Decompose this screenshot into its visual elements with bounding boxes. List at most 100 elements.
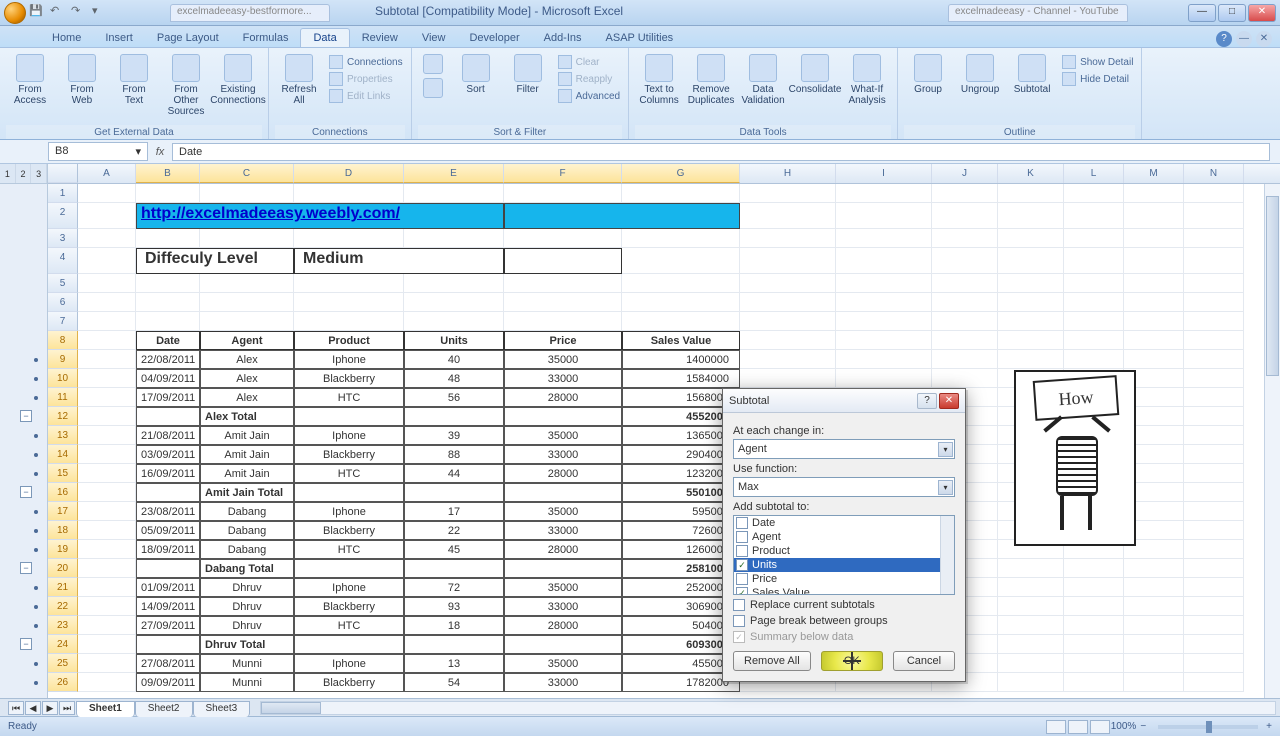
cell[interactable] — [78, 203, 136, 229]
cell-agent[interactable]: Amit Jain — [200, 464, 294, 483]
minimize-button[interactable]: — — [1188, 4, 1216, 22]
cell[interactable] — [136, 407, 200, 426]
row-header[interactable]: 1 — [48, 184, 78, 203]
listbox-item[interactable]: Product — [734, 544, 954, 558]
cell[interactable] — [1064, 274, 1124, 293]
cell[interactable] — [1124, 293, 1184, 312]
cell[interactable] — [1184, 248, 1244, 274]
listbox-item[interactable]: Price — [734, 572, 954, 586]
cell[interactable] — [1184, 578, 1244, 597]
cell-price[interactable]: 33000 — [504, 445, 622, 464]
cell[interactable] — [1184, 407, 1244, 426]
cell[interactable] — [836, 229, 932, 248]
text-to-columns-button[interactable]: Text to Columns — [635, 52, 683, 108]
cell[interactable] — [740, 312, 836, 331]
chevron-down-icon[interactable]: ▾ — [938, 480, 953, 495]
cell[interactable] — [1184, 445, 1244, 464]
cell[interactable] — [1124, 274, 1184, 293]
dialog-close-button[interactable]: ✕ — [939, 393, 959, 409]
cell[interactable] — [1184, 274, 1244, 293]
cell[interactable] — [998, 184, 1064, 203]
cell[interactable] — [998, 578, 1064, 597]
cell[interactable] — [404, 559, 504, 578]
table-header[interactable]: Date — [136, 331, 200, 350]
hide-detail-item[interactable]: Hide Detail — [1060, 71, 1135, 87]
cell[interactable] — [998, 331, 1064, 350]
cell[interactable] — [836, 184, 932, 203]
cell-agent[interactable]: Dhruv — [200, 597, 294, 616]
filter-button[interactable]: Filter — [504, 52, 552, 97]
cell-date[interactable]: 18/09/2011 — [136, 540, 200, 559]
cell[interactable] — [932, 331, 998, 350]
cell-product[interactable]: Iphone — [294, 426, 404, 445]
cell-date[interactable]: 21/08/2011 — [136, 426, 200, 445]
cell-units[interactable]: 18 — [404, 616, 504, 635]
cell-units[interactable]: 40 — [404, 350, 504, 369]
cell[interactable] — [136, 274, 200, 293]
cell[interactable] — [740, 229, 836, 248]
table-header[interactable]: Units — [404, 331, 504, 350]
row-header[interactable]: 15 — [48, 464, 78, 483]
sheet-tab-3[interactable]: Sheet3 — [193, 701, 251, 717]
cell-product[interactable]: HTC — [294, 464, 404, 483]
cell[interactable] — [136, 559, 200, 578]
cell[interactable] — [932, 369, 998, 388]
row-header[interactable]: 6 — [48, 293, 78, 312]
listbox-scrollbar[interactable] — [940, 516, 954, 594]
row-header[interactable]: 11 — [48, 388, 78, 407]
table-row[interactable]: 2327/09/2011DhruvHTC1828000504000 — [48, 616, 1280, 635]
cell-units[interactable]: 39 — [404, 426, 504, 445]
cell[interactable] — [1124, 331, 1184, 350]
cell[interactable] — [504, 483, 622, 502]
cell[interactable] — [504, 229, 622, 248]
cell[interactable] — [622, 274, 740, 293]
cell[interactable] — [200, 229, 294, 248]
cell[interactable] — [78, 635, 136, 654]
row-header[interactable]: 9 — [48, 350, 78, 369]
workbook-close-icon[interactable]: ✕ — [1256, 31, 1272, 47]
cell-date[interactable]: 05/09/2011 — [136, 521, 200, 540]
cell[interactable] — [136, 184, 200, 203]
subtotal-label[interactable]: Dabang Total — [200, 559, 294, 578]
col-header[interactable]: H — [740, 164, 836, 183]
from-access-button[interactable]: From Access — [6, 52, 54, 108]
scrollbar-thumb[interactable] — [261, 702, 321, 714]
sort-button[interactable]: Sort — [452, 52, 500, 97]
office-button[interactable] — [4, 2, 26, 24]
cell-price[interactable]: 35000 — [504, 502, 622, 521]
cell[interactable] — [836, 369, 932, 388]
cell[interactable] — [78, 540, 136, 559]
cell[interactable] — [1064, 350, 1124, 369]
subtotal-row[interactable]: 24Dhruv Total6093000 — [48, 635, 1280, 654]
pagebreak-checkbox[interactable]: Page break between groups — [733, 615, 955, 627]
cell[interactable] — [1184, 350, 1244, 369]
cell[interactable] — [836, 248, 932, 274]
cell[interactable] — [78, 388, 136, 407]
zoom-level[interactable]: 100% — [1111, 721, 1137, 732]
cell[interactable] — [294, 229, 404, 248]
tab-formulas[interactable]: Formulas — [231, 29, 301, 47]
grid-row[interactable]: 3 — [48, 229, 1280, 248]
cell[interactable] — [504, 312, 622, 331]
cell[interactable] — [1184, 331, 1244, 350]
cell[interactable] — [1064, 654, 1124, 673]
cell-product[interactable]: Blackberry — [294, 673, 404, 692]
cell[interactable] — [504, 635, 622, 654]
cell[interactable] — [1064, 331, 1124, 350]
col-header[interactable]: F — [504, 164, 622, 183]
table-header[interactable]: Agent — [200, 331, 294, 350]
tab-view[interactable]: View — [410, 29, 458, 47]
zoom-slider[interactable] — [1158, 725, 1258, 729]
cell[interactable] — [1124, 597, 1184, 616]
row-header[interactable]: 13 — [48, 426, 78, 445]
cell-agent[interactable]: Dhruv — [200, 578, 294, 597]
cell[interactable] — [998, 597, 1064, 616]
cell[interactable] — [200, 293, 294, 312]
cell[interactable] — [932, 293, 998, 312]
cell-units[interactable]: 13 — [404, 654, 504, 673]
subtotal-label[interactable]: Alex Total — [200, 407, 294, 426]
cell[interactable] — [836, 293, 932, 312]
cell[interactable] — [998, 673, 1064, 692]
outline-level-2[interactable]: 2 — [16, 164, 32, 183]
banner-link[interactable]: http://excelmadeeasy.weebly.com/ — [141, 205, 400, 222]
